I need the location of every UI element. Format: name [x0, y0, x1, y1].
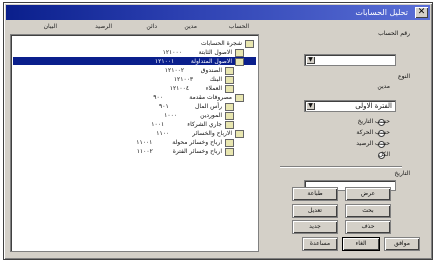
- tree-item-number: ١٢١٠٠٢: [164, 67, 185, 74]
- tree-item-label: الصندوق: [200, 67, 222, 74]
- file-icon: [225, 66, 234, 75]
- file-icon: [225, 120, 234, 129]
- date-label: التاريخ: [394, 170, 410, 177]
- accounts-tree[interactable]: شجرة الحسابات الاصول الثابتة ١٢١٠٠٠ الاصو…: [10, 34, 259, 252]
- file-icon: [225, 75, 234, 84]
- tree-item-label: رأس المال: [195, 103, 222, 110]
- tree-item[interactable]: الاصول المتداولة ١٢١٠٠١: [155, 57, 244, 66]
- tree-item-number: ١٢١٠٠١: [154, 58, 175, 65]
- tree-item[interactable]: الاصول الثابتة ١٢١٠٠٠: [163, 48, 244, 57]
- column-header[interactable]: البيان: [44, 23, 57, 30]
- tree-item-number: ١٢١٠٠٤: [169, 85, 190, 92]
- tree-item-number: ٩٠١: [159, 103, 169, 110]
- column-header[interactable]: الحساب: [229, 23, 249, 30]
- folder-icon: [235, 93, 244, 102]
- tree-item[interactable]: العملاء ١٢١٠٠٤: [170, 84, 234, 93]
- radio-label: الكل: [378, 151, 390, 158]
- tree-item-number: ١٠٠١: [151, 121, 165, 128]
- edit-button[interactable]: بحث: [345, 204, 391, 218]
- tree-item-number: ١٢١٠٠٣: [173, 76, 194, 83]
- radio-label: حسب الرصيد: [356, 140, 390, 147]
- tree-item[interactable]: مصروفات مقدمة ٩٠٠: [153, 93, 244, 102]
- tree-item[interactable]: الصندوق ١٢١٠٠٢: [165, 66, 234, 75]
- type-label: النوع: [398, 73, 410, 80]
- tree-item-label: شجرة الحسابات: [201, 40, 242, 47]
- radio-label: حسب التاريخ: [357, 118, 390, 125]
- ok-button[interactable]: موافق: [384, 237, 420, 251]
- tree-item-label: الموردين: [200, 112, 222, 119]
- folder-icon: [235, 57, 244, 66]
- tree-item-label: ارباح وخسائر محولة: [172, 139, 222, 146]
- tree-item-number: ١١٠٠٢: [136, 148, 153, 155]
- tree-item[interactable]: البنك ١٢١٠٠٣: [174, 75, 234, 84]
- new-button[interactable]: حذف: [345, 220, 391, 234]
- tree-item[interactable]: شجرة الحسابات: [201, 39, 254, 48]
- chevron-down-icon[interactable]: ▼: [306, 56, 315, 64]
- column-header[interactable]: دائن: [146, 23, 157, 30]
- tree-item[interactable]: رأس المال ٩٠١: [159, 102, 234, 111]
- file-icon: [225, 147, 234, 156]
- file-icon: [225, 84, 234, 93]
- tree-item-number: ٩٠٠: [153, 94, 163, 101]
- tree-item-label: العملاء: [205, 85, 222, 92]
- tree-item[interactable]: ارباح وخسائر محولة ١١٠٠١: [136, 138, 234, 147]
- radio-label: حسب الحركة: [356, 129, 390, 136]
- tree-item-label: البنك: [209, 76, 222, 83]
- file-icon: [225, 102, 234, 111]
- tree-item-number: ١٠٠٠: [164, 112, 178, 119]
- account-label: رقم الحساب: [378, 30, 410, 37]
- delete-button[interactable]: جديد: [292, 220, 338, 234]
- folder-icon: [245, 39, 254, 48]
- tree-item-number: ١١٠٠: [156, 130, 170, 137]
- print-button[interactable]: عرض: [345, 187, 391, 201]
- tree-item-label: ارباح وخسائر الفترة: [172, 148, 222, 155]
- column-header[interactable]: مدين: [184, 23, 197, 30]
- tree-item[interactable]: الارباح والخسائر ١١٠٠: [156, 129, 244, 138]
- view-button[interactable]: طباعة: [292, 187, 338, 201]
- close-icon[interactable]: ✕: [415, 7, 428, 18]
- account-field[interactable]: ▼: [304, 54, 396, 66]
- file-icon: [225, 138, 234, 147]
- period-select[interactable]: الفترة الاولى ▼: [304, 100, 396, 112]
- tree-item[interactable]: ارباح وخسائر الفترة ١١٠٠٢: [137, 147, 234, 156]
- tree-item-label: الارباح والخسائر: [192, 130, 232, 137]
- tree-item-label: جاري الشركاء: [187, 121, 222, 128]
- chevron-down-icon[interactable]: ▼: [306, 102, 315, 110]
- help-button[interactable]: مساعدة: [302, 237, 338, 251]
- column-headers: الحساب مدين دائن الرصيد البيان: [10, 22, 257, 34]
- tree-item[interactable]: جاري الشركاء ١٠٠١: [151, 120, 234, 129]
- window-title: تحليل الحسابات: [355, 8, 408, 17]
- tree-item-label: الاصول الثابتة: [198, 49, 232, 56]
- folder-icon: [235, 129, 244, 138]
- search-button[interactable]: تعديل: [292, 204, 338, 218]
- tree-item-label: مصروفات مقدمة: [189, 94, 232, 101]
- file-icon: [225, 111, 234, 120]
- tree-item-number: ١١٠٠١: [136, 139, 153, 146]
- column-header[interactable]: الرصيد: [95, 23, 112, 30]
- title-bar: تحليل الحسابات ✕: [6, 5, 430, 20]
- tree-item-label: الاصول المتداولة: [190, 58, 232, 65]
- divider: [280, 166, 402, 168]
- cancel-button[interactable]: الغاء: [342, 237, 380, 251]
- tree-item[interactable]: الموردين ١٠٠٠: [164, 111, 234, 120]
- folder-icon: [235, 48, 244, 57]
- type-value: مدين: [377, 83, 390, 90]
- period-value: الفترة الاولى: [355, 102, 392, 110]
- tree-item-number: ١٢١٠٠٠: [162, 49, 182, 56]
